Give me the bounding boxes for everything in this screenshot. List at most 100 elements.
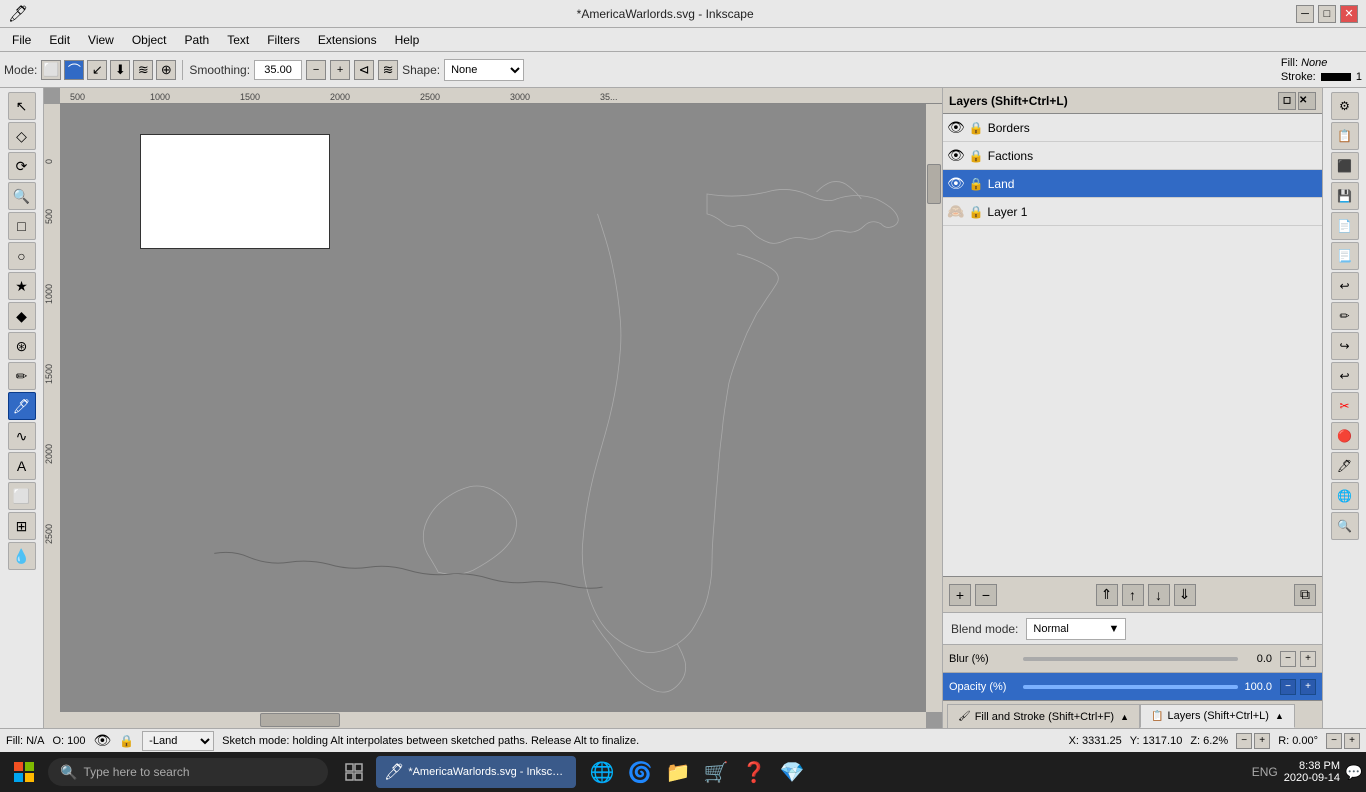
mode-btn-6[interactable]: ⊕ (156, 60, 176, 80)
circle-tool[interactable]: ○ (8, 242, 36, 270)
layer-select[interactable]: -Land -Borders -Factions -Layer 1 (142, 731, 214, 751)
smoothing-dec[interactable]: − (306, 60, 326, 80)
right-tool-10[interactable]: ↩ (1331, 362, 1359, 390)
rotation-dec-btn[interactable]: − (1326, 733, 1342, 749)
layer-row-land[interactable]: 👁🔒Land (943, 170, 1322, 198)
zoom-inc-btn[interactable]: + (1254, 733, 1270, 749)
zoom-tool[interactable]: 🔍 (8, 182, 36, 210)
move-up-btn[interactable]: ↑ (1122, 584, 1144, 606)
mode-btn-1[interactable]: ⬜ (41, 60, 61, 80)
menu-item-path[interactable]: Path (177, 31, 218, 49)
right-tool-12[interactable]: 🔴 (1331, 422, 1359, 450)
menu-item-object[interactable]: Object (124, 31, 175, 49)
tweak-tool[interactable]: ⟳ (8, 152, 36, 180)
right-tool-15[interactable]: 🔍 (1331, 512, 1359, 540)
node-tool[interactable]: ◇ (8, 122, 36, 150)
layer-lock-factions[interactable]: 🔒 (969, 149, 984, 163)
rotation-inc-btn[interactable]: + (1344, 733, 1360, 749)
menu-item-view[interactable]: View (80, 31, 122, 49)
shape-select[interactable]: None Triangle Square (444, 59, 524, 81)
purple-icon[interactable]: 💎 (774, 754, 810, 790)
mode-btn-4[interactable]: ⬇ (110, 60, 130, 80)
remove-layer-btn[interactable]: − (975, 584, 997, 606)
canvas-drawing-area[interactable] (60, 104, 926, 712)
maximize-button[interactable]: □ (1318, 5, 1336, 23)
menu-item-text[interactable]: Text (219, 31, 257, 49)
notification-btn[interactable]: 💬 (1346, 757, 1362, 787)
right-tool-14[interactable]: 🌐 (1331, 482, 1359, 510)
menu-item-extensions[interactable]: Extensions (310, 31, 385, 49)
scrollbar-bottom[interactable] (60, 712, 926, 728)
select-tool[interactable]: ↖ (8, 92, 36, 120)
right-tool-3[interactable]: ⬛ (1331, 152, 1359, 180)
menu-item-edit[interactable]: Edit (41, 31, 78, 49)
move-top-btn[interactable]: ⇑ (1096, 584, 1118, 606)
minimize-button[interactable]: ─ (1296, 5, 1314, 23)
text-tool[interactable]: A (8, 452, 36, 480)
opacity-dec-btn[interactable]: − (1280, 679, 1296, 695)
add-layer-btn[interactable]: + (949, 584, 971, 606)
right-tool-7[interactable]: ↩ (1331, 272, 1359, 300)
duplicate-layer-btn[interactable]: ⧉ (1294, 584, 1316, 606)
gradient-tool[interactable]: ⬜ (8, 482, 36, 510)
layers-collapse-btn[interactable]: ◻ (1278, 92, 1296, 110)
dropper-tool[interactable]: 💧 (8, 542, 36, 570)
layer-eye-land[interactable]: 👁 (947, 175, 965, 192)
right-tool-9[interactable]: ↪ (1331, 332, 1359, 360)
layer-row-borders[interactable]: 👁🔒Borders (943, 114, 1322, 142)
right-tool-13[interactable]: 🖊 (1331, 452, 1359, 480)
right-tool-1[interactable]: ⚙ (1331, 92, 1359, 120)
opacity-inc-btn[interactable]: + (1300, 679, 1316, 695)
layer-lock-layer 1[interactable]: 🔒 (968, 205, 983, 219)
layer-lock-borders[interactable]: 🔒 (969, 121, 984, 135)
mode-btn-3[interactable]: ↙ (87, 60, 107, 80)
layer-eye-factions[interactable]: 👁 (947, 147, 965, 164)
pen-tool[interactable]: 🖊 (8, 392, 36, 420)
right-tool-2[interactable]: 📋 (1331, 122, 1359, 150)
right-tool-8[interactable]: ✏ (1331, 302, 1359, 330)
store-icon[interactable]: 🛒 (698, 754, 734, 790)
edge-icon[interactable]: 🌀 (622, 754, 658, 790)
tab-layers[interactable]: 📋 Layers (Shift+Ctrl+L) ▲ (1140, 704, 1295, 728)
smoothing-input[interactable]: 35.00 (254, 60, 302, 80)
lock-icon[interactable]: 🔒 (119, 734, 134, 748)
right-tool-4[interactable]: 💾 (1331, 182, 1359, 210)
help-icon[interactable]: ❓ (736, 754, 772, 790)
inkscape-taskbar-app[interactable]: 🖊 *AmericaWarlords.svg - Inkscape (376, 756, 576, 788)
mesh-tool[interactable]: ⊞ (8, 512, 36, 540)
move-bottom-btn[interactable]: ⇓ (1174, 584, 1196, 606)
rect-tool[interactable]: □ (8, 212, 36, 240)
path-options-btn2[interactable]: ≋ (378, 60, 398, 80)
layers-close-btn[interactable]: ✕ (1298, 92, 1316, 110)
files-icon[interactable]: 📁 (660, 754, 696, 790)
smoothing-inc[interactable]: + (330, 60, 350, 80)
tab-fill-stroke[interactable]: 🖌 Fill and Stroke (Shift+Ctrl+F) ▲ (947, 704, 1140, 728)
close-button[interactable]: ✕ (1340, 5, 1358, 23)
spiral-tool[interactable]: ⊛ (8, 332, 36, 360)
right-tool-6[interactable]: 📃 (1331, 242, 1359, 270)
layer-lock-land[interactable]: 🔒 (969, 177, 984, 191)
right-tool-5[interactable]: 📄 (1331, 212, 1359, 240)
menu-item-file[interactable]: File (4, 31, 39, 49)
path-options-btn[interactable]: ⊲ (354, 60, 374, 80)
calligraphy-tool[interactable]: ∿ (8, 422, 36, 450)
layer-row-factions[interactable]: 👁🔒Factions (943, 142, 1322, 170)
scrollbar-right[interactable] (926, 104, 942, 712)
taskbar-search[interactable]: 🔍 Type here to search (48, 758, 328, 786)
blur-dec-btn[interactable]: − (1280, 651, 1296, 667)
menu-item-help[interactable]: Help (387, 31, 428, 49)
blur-inc-btn[interactable]: + (1300, 651, 1316, 667)
star-tool[interactable]: ★ (8, 272, 36, 300)
move-down-btn[interactable]: ↓ (1148, 584, 1170, 606)
mode-btn-2[interactable]: ⌒ (64, 60, 84, 80)
mode-btn-5[interactable]: ≋ (133, 60, 153, 80)
pencil-tool[interactable]: ✏ (8, 362, 36, 390)
layer-eye-borders[interactable]: 👁 (947, 119, 965, 136)
right-tool-11[interactable]: ✂ (1331, 392, 1359, 420)
layer-row-layer 1[interactable]: 🙈🔒Layer 1 (943, 198, 1322, 226)
menu-item-filters[interactable]: Filters (259, 31, 308, 49)
chrome-icon[interactable]: 🌐 (584, 754, 620, 790)
task-view-btn[interactable] (336, 754, 372, 790)
layer-eye-layer 1[interactable]: 🙈 (947, 203, 964, 220)
3d-tool[interactable]: ◆ (8, 302, 36, 330)
